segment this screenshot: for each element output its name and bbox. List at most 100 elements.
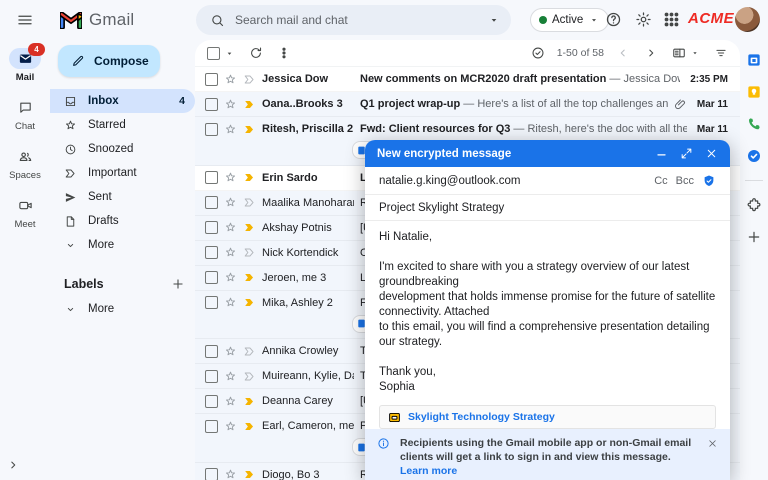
- subject-field[interactable]: Project Skylight Strategy: [365, 195, 730, 221]
- sidebar-item-inbox[interactable]: Inbox4: [50, 89, 195, 113]
- importance-marker-icon[interactable]: [243, 395, 256, 408]
- split-pane-icon[interactable]: [672, 46, 686, 60]
- status-selector[interactable]: Active: [530, 8, 609, 32]
- prev-page-icon[interactable]: [616, 46, 630, 60]
- star-icon[interactable]: [224, 395, 237, 408]
- star-icon[interactable]: [224, 296, 237, 309]
- select-caret-icon[interactable]: [224, 48, 235, 59]
- help-icon[interactable]: [605, 11, 622, 28]
- voice-icon[interactable]: [746, 116, 762, 132]
- importance-marker-icon[interactable]: [243, 123, 256, 136]
- addons-icon[interactable]: [746, 197, 762, 213]
- rail-item-spaces[interactable]: Spaces: [9, 146, 41, 181]
- settings-gear-icon[interactable]: [635, 11, 652, 28]
- importance-marker-icon[interactable]: [243, 73, 256, 86]
- recipients-row[interactable]: natalie.g.king@outlook.com Cc Bcc: [365, 167, 730, 195]
- row-checkbox[interactable]: [205, 123, 218, 136]
- refresh-icon[interactable]: [249, 46, 263, 60]
- row-checkbox[interactable]: [205, 468, 218, 480]
- recipient-address[interactable]: natalie.g.king@outlook.com: [379, 175, 646, 187]
- apps-grid-icon[interactable]: [663, 11, 680, 28]
- row-checkbox[interactable]: [205, 246, 218, 259]
- compose-titlebar[interactable]: New encrypted message: [365, 140, 730, 167]
- message-body[interactable]: Hi Natalie,I'm excited to share with you…: [365, 221, 730, 399]
- filter-icon[interactable]: [714, 46, 728, 60]
- profile-avatar[interactable]: [735, 7, 760, 32]
- sidebar-item-label: Drafts: [88, 215, 185, 227]
- star-icon[interactable]: [224, 73, 237, 86]
- labels-more-item[interactable]: More: [50, 297, 195, 321]
- sidebar-item-starred[interactable]: Starred: [50, 113, 195, 137]
- input-tools-icon[interactable]: [531, 46, 545, 60]
- search-bar[interactable]: [196, 5, 511, 35]
- row-checkbox[interactable]: [205, 221, 218, 234]
- search-input[interactable]: [233, 12, 487, 28]
- star-icon[interactable]: [224, 98, 237, 111]
- learn-more-link[interactable]: Learn more: [400, 465, 457, 477]
- row-checkbox[interactable]: [205, 370, 218, 383]
- expand-icon[interactable]: [680, 147, 693, 160]
- star-icon[interactable]: [224, 246, 237, 259]
- importance-marker-icon[interactable]: [243, 221, 256, 234]
- importance-marker-icon[interactable]: [243, 98, 256, 111]
- hamburger-menu-icon[interactable]: [16, 11, 34, 29]
- importance-marker-icon[interactable]: [243, 296, 256, 309]
- star-icon[interactable]: [224, 171, 237, 184]
- importance-marker-icon[interactable]: [243, 171, 256, 184]
- star-icon[interactable]: [224, 221, 237, 234]
- row-sender: Maalika Manoharan: [262, 197, 354, 209]
- sidebar-item-more[interactable]: More: [50, 233, 195, 257]
- close-icon[interactable]: [705, 147, 718, 160]
- next-page-icon[interactable]: [644, 46, 658, 60]
- row-checkbox[interactable]: [205, 395, 218, 408]
- mail-row[interactable]: Jessica DowNew comments on MCR2020 draft…: [195, 67, 740, 92]
- cc-button[interactable]: Cc: [654, 175, 667, 187]
- show-side-panel-icon[interactable]: [6, 458, 20, 472]
- importance-marker-icon[interactable]: [243, 271, 256, 284]
- keep-icon[interactable]: [746, 84, 762, 100]
- side-panel-divider: [745, 180, 763, 181]
- row-checkbox[interactable]: [205, 296, 218, 309]
- split-pane-caret-icon[interactable]: [690, 46, 700, 60]
- importance-marker-icon[interactable]: [243, 420, 256, 433]
- importance-marker-icon[interactable]: [243, 345, 256, 358]
- star-icon[interactable]: [224, 271, 237, 284]
- more-vert-icon[interactable]: [277, 46, 291, 60]
- rail-item-meet[interactable]: Meet: [9, 195, 41, 230]
- row-checkbox[interactable]: [205, 420, 218, 433]
- bcc-button[interactable]: Bcc: [676, 175, 694, 187]
- star-icon[interactable]: [224, 468, 237, 480]
- tasks-icon[interactable]: [746, 148, 762, 164]
- rail-item-chat[interactable]: Chat: [9, 97, 41, 132]
- importance-marker-icon[interactable]: [243, 246, 256, 259]
- importance-marker-icon[interactable]: [243, 468, 256, 480]
- importance-marker-icon[interactable]: [243, 196, 256, 209]
- star-icon[interactable]: [224, 123, 237, 136]
- star-icon[interactable]: [224, 420, 237, 433]
- star-icon[interactable]: [224, 345, 237, 358]
- banner-close-icon[interactable]: [707, 438, 718, 449]
- calendar-icon[interactable]: [746, 52, 762, 68]
- sidebar-item-snoozed[interactable]: Snoozed: [50, 137, 195, 161]
- compose-button[interactable]: Compose: [58, 45, 160, 77]
- minimize-icon[interactable]: [655, 147, 668, 160]
- plus-icon[interactable]: [746, 229, 762, 245]
- sidebar-item-important[interactable]: Important: [50, 161, 195, 185]
- sidebar-item-drafts[interactable]: Drafts: [50, 209, 195, 233]
- row-checkbox[interactable]: [205, 171, 218, 184]
- attachment-chip[interactable]: Skylight Technology Strategy: [379, 405, 716, 429]
- row-checkbox[interactable]: [205, 345, 218, 358]
- rail-item-mail[interactable]: 4Mail: [9, 48, 41, 83]
- search-options-caret-icon[interactable]: [487, 13, 501, 27]
- mail-row[interactable]: Oana..Brooks 3Q1 project wrap-up — Here'…: [195, 92, 740, 117]
- importance-marker-icon[interactable]: [243, 370, 256, 383]
- row-checkbox[interactable]: [205, 271, 218, 284]
- row-checkbox[interactable]: [205, 98, 218, 111]
- star-icon[interactable]: [224, 196, 237, 209]
- row-checkbox[interactable]: [205, 73, 218, 86]
- add-label-icon[interactable]: [171, 277, 185, 291]
- star-icon[interactable]: [224, 370, 237, 383]
- select-all-checkbox[interactable]: [207, 47, 220, 60]
- sidebar-item-sent[interactable]: Sent: [50, 185, 195, 209]
- row-checkbox[interactable]: [205, 196, 218, 209]
